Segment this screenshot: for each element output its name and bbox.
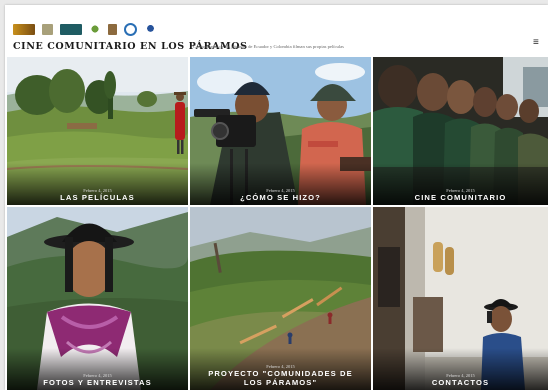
site-tagline: Comunidades de los páramos de Ecuador y … [193, 43, 344, 49]
tile-caption: Febrero 4, 2015 FOTOS Y ENTREVISTAS [7, 373, 188, 387]
tile-las-peliculas[interactable]: Febrero 4, 2015 LAS PELÍCULAS [7, 57, 188, 205]
hamburger-menu-icon[interactable]: ≡ [533, 38, 539, 48]
tile-caption: Febrero 4, 2015 ¿CÓMO SE HIZO? [190, 188, 371, 202]
tile-label[interactable]: CONTACTOS [373, 378, 548, 387]
tile-date: Febrero 4, 2015 [446, 187, 475, 193]
partner-logo-1[interactable] [13, 23, 35, 35]
tile-como-se-hizo[interactable]: Febrero 4, 2015 ¿CÓMO SE HIZO? [190, 57, 371, 205]
partner-logo-2[interactable] [42, 23, 53, 35]
partner-logo-4[interactable] [89, 23, 101, 35]
tile-date: Febrero 4, 2015 [83, 372, 112, 378]
tile-caption: Febrero 4, 2015 LAS PELÍCULAS [7, 188, 188, 202]
partner-logo-6[interactable] [124, 22, 137, 36]
tile-caption: Febrero 4, 2015 PROYECTO "COMUNIDADES DE… [190, 364, 371, 387]
tile-date: Febrero 4, 2015 [446, 372, 475, 378]
partner-logo-3[interactable] [60, 23, 82, 35]
tile-label[interactable]: LAS PELÍCULAS [7, 193, 188, 202]
tile-cine-comunitario[interactable]: Febrero 4, 2015 CINE COMUNITARIO [373, 57, 548, 205]
tile-proyecto-comunidades[interactable]: Febrero 4, 2015 PROYECTO "COMUNIDADES DE… [190, 207, 371, 390]
tile-label[interactable]: FOTOS Y ENTREVISTAS [7, 378, 188, 387]
tile-fotos-y-entrevistas[interactable]: Febrero 4, 2015 FOTOS Y ENTREVISTAS [7, 207, 188, 390]
site-header: CINE COMUNITARIO EN LOS PÁRAMOS Comunida… [5, 5, 548, 57]
tile-contactos[interactable]: Febrero 4, 2015 CONTACTOS [373, 207, 548, 390]
tile-label[interactable]: ¿CÓMO SE HIZO? [190, 193, 371, 202]
tile-label[interactable]: CINE COMUNITARIO [373, 193, 548, 202]
partner-logo-5[interactable] [108, 23, 117, 35]
tile-label[interactable]: PROYECTO "COMUNIDADES DE LOS PÁRAMOS" [190, 370, 371, 387]
partner-logo-7[interactable] [144, 23, 157, 35]
tile-date: Febrero 4, 2015 [83, 187, 112, 193]
tile-caption: Febrero 4, 2015 CINE COMUNITARIO [373, 188, 548, 202]
partner-logos [13, 22, 157, 36]
tile-date: Febrero 4, 2015 [266, 187, 295, 193]
page: CINE COMUNITARIO EN LOS PÁRAMOS Comunida… [5, 5, 548, 390]
tile-caption: Febrero 4, 2015 CONTACTOS [373, 373, 548, 387]
